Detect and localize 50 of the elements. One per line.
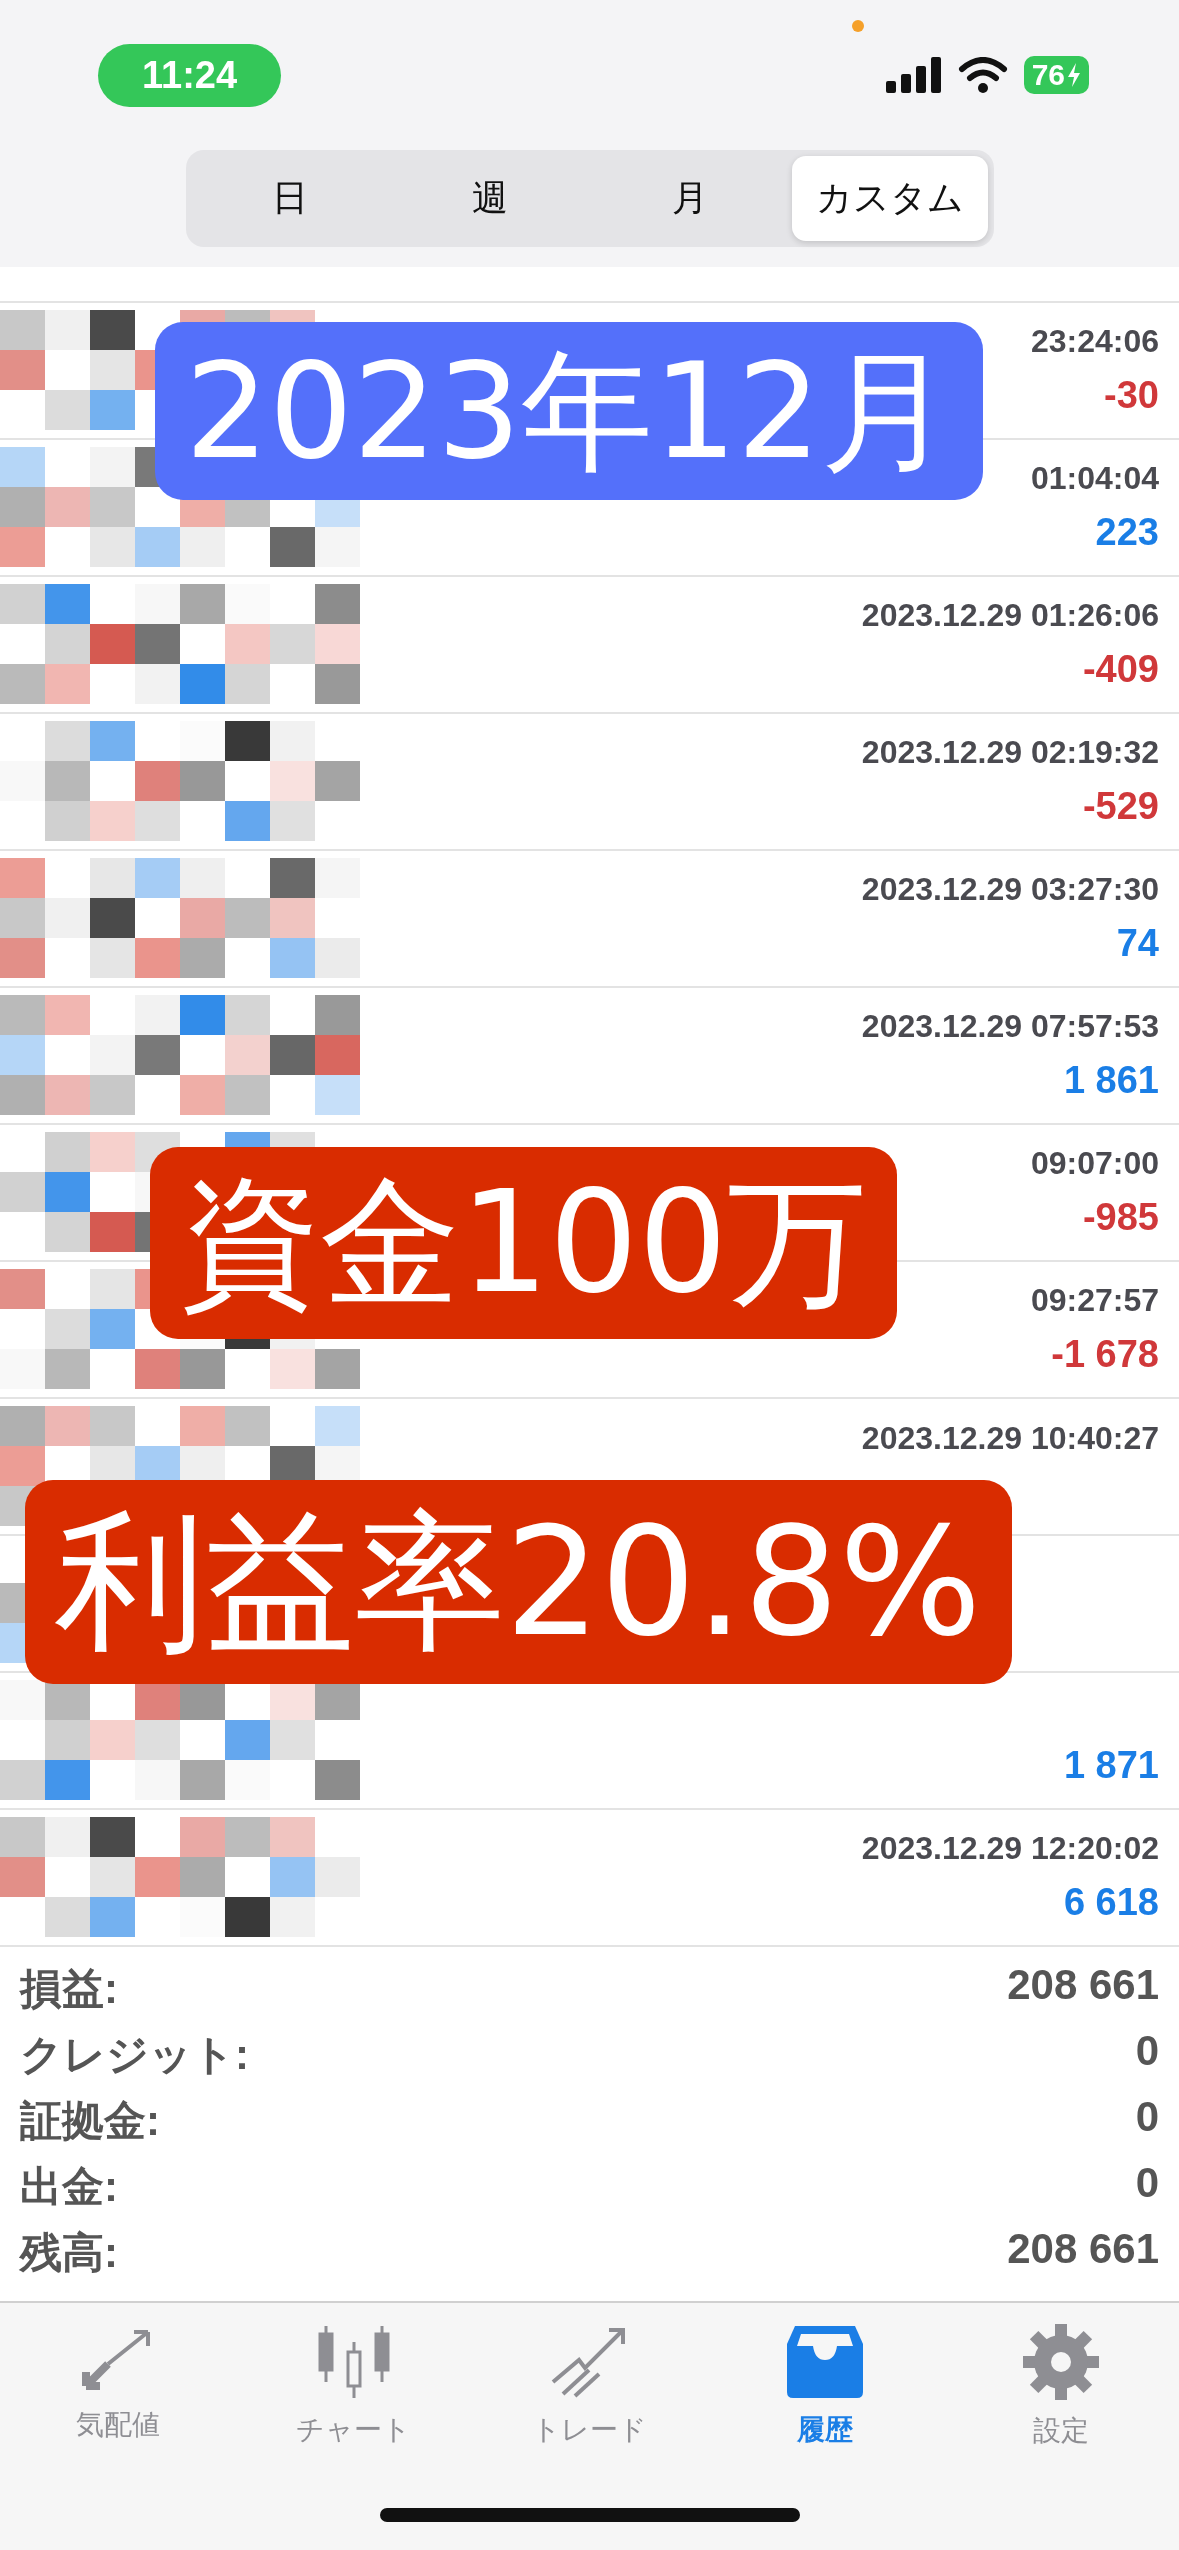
tab-bar-item[interactable]: トレード: [489, 2322, 690, 2451]
inbox-icon: [785, 2323, 866, 2399]
summary-label: クレジット:: [20, 2029, 249, 2080]
caption-banner: 資金100万: [150, 1146, 898, 1339]
summary-value: 0: [1135, 2092, 1159, 2142]
period-tab[interactable]: 日: [191, 156, 388, 241]
summary-value: 0: [1135, 2158, 1159, 2208]
deal-time: 2023.12.29 12:20:02: [861, 1830, 1159, 1868]
bolt-icon: [1067, 63, 1081, 87]
deal-time: 2023.12.29 10:40:27: [861, 1419, 1159, 1457]
summary-label: 証拠金:: [20, 2095, 160, 2146]
deal-time: 2023.12.29 02:19:32: [861, 734, 1159, 772]
deal-profit: -409: [1082, 648, 1159, 692]
deal-time: 01:04:04: [1030, 460, 1159, 498]
deal-time: 09:07:00: [1030, 1145, 1159, 1183]
summary-label: 残高:: [20, 2227, 118, 2278]
summary-value: 208 661: [1007, 1960, 1159, 2010]
tab-bar-item[interactable]: 気配値: [17, 2322, 218, 2451]
period-tab[interactable]: 月: [591, 156, 788, 241]
tab-bar-item[interactable]: 設定: [961, 2322, 1162, 2451]
summary-value: 208 661: [1007, 2224, 1159, 2274]
settings-icon: [1023, 2323, 1100, 2400]
deal-time: 2023.12.29 07:57:53: [861, 1008, 1159, 1046]
deal-profit: 223: [1095, 511, 1159, 555]
summary-value: 0: [1135, 2026, 1159, 2076]
deal-profit: -30: [1104, 374, 1159, 418]
privacy-indicator-icon: [852, 20, 864, 32]
deal-time: 09:27:57: [1030, 1282, 1159, 1320]
summary-label: 損益:: [20, 1963, 118, 2014]
tab-bar-item[interactable]: チャート: [253, 2322, 454, 2451]
deal-profit: 6 618: [1063, 1881, 1159, 1925]
caption-banner: 2023年12月: [155, 321, 983, 501]
wifi-icon: [957, 57, 1008, 93]
deal-profit: -985: [1082, 1196, 1159, 1240]
tab-bar-item[interactable]: 履歴: [725, 2322, 926, 2451]
deal-profit: 1 871: [1063, 1743, 1159, 1787]
deal-profit: 74: [1116, 922, 1159, 966]
deal-profit: -1 678: [1051, 1333, 1159, 1377]
deal-profit: 1 861: [1063, 1059, 1159, 1103]
signal-icon: [885, 57, 942, 93]
deal-time: 2023.12.29 03:27:30: [861, 871, 1159, 909]
battery-level: 76: [1031, 58, 1065, 92]
deal-profit: -529: [1082, 785, 1159, 829]
period-tab[interactable]: 週: [391, 156, 588, 241]
deal-time: 23:24:06: [1030, 323, 1159, 361]
caption-banner: 利益率20.8%: [25, 1479, 1012, 1684]
status-time: 11:24: [98, 43, 282, 107]
deal-time: 2023.12.29 01:26:06: [861, 597, 1159, 635]
summary-label: 出金:: [20, 2161, 118, 2212]
period-tab[interactable]: カスタム: [791, 156, 988, 241]
